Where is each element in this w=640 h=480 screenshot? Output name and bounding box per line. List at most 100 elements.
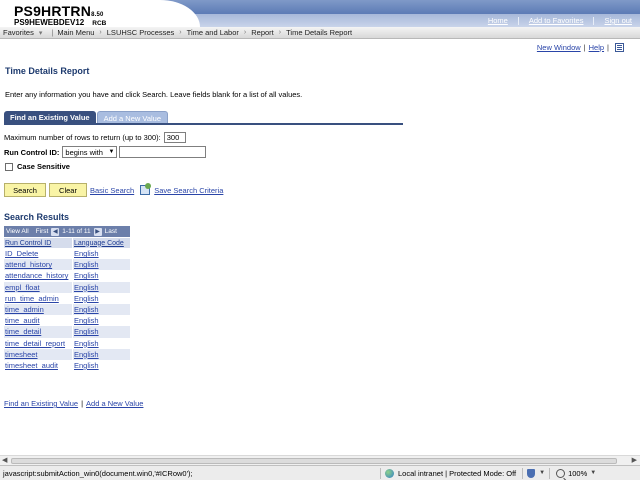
header-links: Home Add to Favorites Sign out xyxy=(488,16,632,25)
status-text: javascript:submitAction_win0(document.wi… xyxy=(3,468,193,478)
column-header-run-control-id[interactable]: Run Control ID xyxy=(4,238,72,248)
db-suffix: RCB xyxy=(92,20,107,27)
run-control-input[interactable] xyxy=(119,146,207,158)
basic-search-link[interactable]: Basic Search xyxy=(90,186,134,195)
previous-arrow-icon[interactable]: ◀ xyxy=(51,227,60,236)
language-code-cell[interactable]: English xyxy=(72,326,130,338)
table-row[interactable]: time_audit English xyxy=(4,315,130,327)
language-code-cell[interactable]: English xyxy=(72,303,130,316)
run-control-id-cell[interactable]: empl_float xyxy=(4,282,72,293)
language-code-cell[interactable]: English xyxy=(72,292,130,304)
run-control-id-cell[interactable]: time_detail xyxy=(4,326,72,337)
sign-out-link[interactable]: Sign out xyxy=(604,16,632,25)
breadcrumb-lsuhsc-processes[interactable]: LSUHSC Processes xyxy=(107,28,175,37)
save-search-icon[interactable] xyxy=(140,183,152,195)
help-link[interactable]: Help xyxy=(589,43,604,52)
customize-page-icon[interactable] xyxy=(615,43,624,52)
table-row[interactable]: empl_float English xyxy=(4,281,130,293)
run-control-id-cell[interactable]: time_admin xyxy=(4,304,72,315)
language-code-cell[interactable]: English xyxy=(72,315,130,327)
table-row[interactable]: run_time_admin English xyxy=(4,292,130,304)
run-control-id-cell[interactable]: attend_history xyxy=(4,259,72,270)
scrollbar-thumb[interactable] xyxy=(11,458,617,464)
run-control-id-cell[interactable]: attendance_history xyxy=(4,270,72,281)
language-code-cell[interactable]: English xyxy=(72,281,130,293)
max-rows-input[interactable]: 300 xyxy=(163,132,186,143)
search-results-grid: View All First ◀ 1-11 of 11 ▶ Last Run C… xyxy=(4,226,130,372)
find-existing-value-link[interactable]: Find an Existing Value xyxy=(4,399,78,408)
header-stripe xyxy=(150,0,640,14)
zoom-level[interactable]: 100% xyxy=(568,469,587,478)
breadcrumb-divider: | xyxy=(51,28,54,37)
clear-button[interactable]: Clear xyxy=(49,183,87,197)
shield-icon[interactable] xyxy=(527,468,536,478)
breadcrumb-favorites[interactable]: Favorites xyxy=(3,28,34,37)
table-row[interactable]: attendance_history English xyxy=(4,270,130,282)
browser-status-bar: javascript:submitAction_win0(document.wi… xyxy=(0,465,640,480)
chevron-down-icon[interactable]: ▼ xyxy=(590,470,596,476)
bottom-links: Find an Existing Value | Add a New Value xyxy=(4,399,143,408)
case-sensitive-checkbox[interactable] xyxy=(5,162,13,171)
first-link[interactable]: First xyxy=(36,228,49,235)
page-title: Time Details Report xyxy=(5,66,90,76)
last-link[interactable]: Last xyxy=(105,228,117,235)
search-button[interactable]: Search xyxy=(4,183,46,197)
next-arrow-icon[interactable]: ▶ xyxy=(93,227,102,236)
breadcrumb: Favorites ▾ | Main Menu › LSUHSC Processe… xyxy=(0,27,640,39)
horizontal-scrollbar[interactable]: ◀ ▶ xyxy=(0,455,640,465)
status-divider xyxy=(522,467,524,479)
view-all-link[interactable]: View All xyxy=(6,228,29,235)
run-control-id-cell[interactable]: run_time_admin xyxy=(4,293,72,304)
language-code-cell[interactable]: English xyxy=(72,270,130,282)
operator-select[interactable]: begins with ▼ xyxy=(62,146,118,158)
table-row[interactable]: attend_history English xyxy=(4,259,130,271)
status-divider xyxy=(380,467,381,479)
language-code-cell[interactable]: English xyxy=(72,259,130,271)
table-row[interactable]: time_admin English xyxy=(4,303,130,316)
run-control-id-cell[interactable]: time_detail_report xyxy=(4,338,72,349)
scroll-right-icon[interactable]: ▶ xyxy=(632,456,637,464)
language-code-cell[interactable]: English xyxy=(72,337,130,349)
new-window-link[interactable]: New Window xyxy=(537,43,581,52)
chevron-right-icon: › xyxy=(243,29,247,36)
link-divider: | xyxy=(81,399,84,408)
table-row[interactable]: time_detail_report English xyxy=(4,337,130,349)
home-link[interactable]: Home xyxy=(488,16,508,25)
status-divider xyxy=(549,467,551,479)
zoom-icon[interactable] xyxy=(556,468,566,478)
table-row[interactable]: time_detail English xyxy=(4,326,130,338)
db-name: PS9HEWEBDEV12 RCB xyxy=(14,18,106,27)
chevron-right-icon: › xyxy=(179,29,182,36)
max-rows-row: Maximum number of rows to return (up to … xyxy=(4,132,186,143)
breadcrumb-report[interactable]: Report xyxy=(251,28,274,37)
instructions-text: Enter any information you have and click… xyxy=(5,90,303,99)
chevron-down-icon[interactable]: ▾ xyxy=(39,29,43,37)
breadcrumb-time-and-labor[interactable]: Time and Labor xyxy=(187,28,239,37)
language-code-cell[interactable]: English xyxy=(72,359,130,372)
chevron-down-icon[interactable]: ▼ xyxy=(539,470,545,476)
table-row[interactable]: timesheet_audit English xyxy=(4,359,130,372)
tab-underline xyxy=(4,123,403,125)
table-row[interactable]: ID_Delete English xyxy=(4,248,130,260)
table-row[interactable]: timesheet English xyxy=(4,348,130,360)
language-code-cell[interactable]: English xyxy=(72,248,130,260)
add-new-value-link[interactable]: Add a New Value xyxy=(86,399,143,408)
row-range: 1-11 of 11 xyxy=(62,228,91,235)
breadcrumb-main-menu[interactable]: Main Menu xyxy=(57,28,94,37)
run-control-id-cell[interactable]: timesheet xyxy=(4,349,72,360)
language-code-cell[interactable]: English xyxy=(72,348,130,360)
column-header-language-code[interactable]: Language Code xyxy=(72,238,130,248)
run-control-id-cell[interactable]: time_audit xyxy=(4,315,72,326)
db-name-text: PS9HEWEBDEV12 xyxy=(14,18,85,27)
add-to-favorites-link[interactable]: Add to Favorites xyxy=(529,16,584,25)
scroll-left-icon[interactable]: ◀ xyxy=(2,456,7,464)
breadcrumb-time-details-report[interactable]: Time Details Report xyxy=(286,28,352,37)
page-utility-links: New Window | Help | xyxy=(537,43,624,52)
run-control-id-cell[interactable]: ID_Delete xyxy=(4,248,72,259)
save-search-criteria-link[interactable]: Save Search Criteria xyxy=(154,186,223,195)
run-control-label: Run Control ID: xyxy=(4,147,60,157)
chevron-right-icon: › xyxy=(278,29,282,36)
search-results-title: Search Results xyxy=(4,212,70,222)
run-control-id-cell[interactable]: timesheet_audit xyxy=(4,360,72,371)
case-sensitive-row: Case Sensitive xyxy=(5,162,70,171)
